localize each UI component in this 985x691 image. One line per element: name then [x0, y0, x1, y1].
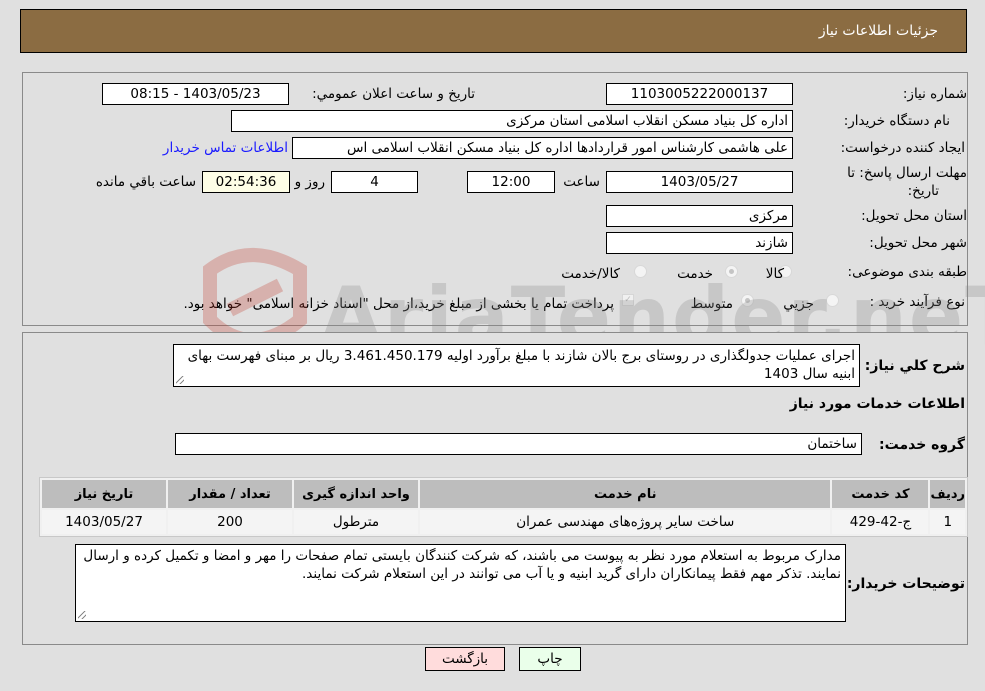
- treasury-payment-note: پرداخت تمام یا بخشی از مبلغ خرید،از محل …: [183, 296, 614, 312]
- buyer-notes-textarea[interactable]: مدارک مربوط به استعلام مورد نظر به پیوست…: [75, 544, 846, 622]
- buyer-notes-label: توضيحات خريدار:: [846, 576, 965, 592]
- buyer-org-label: نام دستگاه خریدار:: [843, 113, 950, 129]
- process-label: نوع فرآیند خرید :: [869, 294, 965, 310]
- category-radio-goods-service[interactable]: [634, 265, 647, 278]
- print-button[interactable]: چاپ: [519, 647, 581, 671]
- requester-field[interactable]: علی هاشمی کارشناس امور قراردادها اداره ک…: [292, 137, 793, 159]
- treasury-payment-checkbox[interactable]: ✓: [622, 294, 634, 306]
- announce-datetime-field[interactable]: 1403/05/23 - 08:15: [102, 83, 289, 105]
- deadline-time-field[interactable]: 12:00: [467, 171, 555, 193]
- col-header-row-number: ردیف: [930, 480, 965, 508]
- need-number-label: شماره نیاز:: [902, 86, 967, 102]
- resize-grip-icon[interactable]: [176, 376, 184, 384]
- service-group-label: گروه خدمت:: [879, 437, 965, 453]
- cell-need-date: 1403/05/27: [42, 510, 166, 534]
- category-option-service: خدمت: [677, 266, 713, 282]
- page-title: جزئیات اطلاعات نیاز: [818, 23, 938, 39]
- page-header: جزئیات اطلاعات نیاز: [20, 9, 967, 53]
- deadline-date-field[interactable]: 1403/05/27: [606, 171, 793, 193]
- days-remaining-field[interactable]: 4: [331, 171, 418, 193]
- col-header-service-code: کد خدمت: [832, 480, 929, 508]
- table-header-row: ردیف کد خدمت نام خدمت واحد اندازه گیری ت…: [42, 480, 965, 508]
- cell-row-number: 1: [930, 510, 965, 534]
- table-row: 1 ج-42-429 ساخت سایر پروژه‌های مهندسی عم…: [42, 510, 965, 534]
- province-label: استان محل تحویل:: [861, 208, 967, 224]
- services-table: ردیف کد خدمت نام خدمت واحد اندازه گیری ت…: [39, 477, 968, 537]
- description-text: اجرای عملیات جدولگذاری در روستای برج بال…: [187, 348, 855, 382]
- col-header-unit: واحد اندازه گیری: [294, 480, 418, 508]
- province-field[interactable]: مرکزی: [606, 205, 793, 227]
- process-radio-minor[interactable]: [826, 294, 839, 307]
- col-header-service-name: نام خدمت: [420, 480, 831, 508]
- time-remaining-field: 02:54:36: [202, 171, 290, 193]
- process-option-medium: متوسط: [690, 296, 733, 312]
- process-radio-medium[interactable]: [741, 294, 754, 307]
- description-textarea[interactable]: اجرای عملیات جدولگذاری در روستای برج بال…: [173, 344, 860, 387]
- buyer-notes-text: مدارک مربوط به استعلام مورد نظر به پیوست…: [83, 548, 841, 582]
- cell-quantity: 200: [168, 510, 292, 534]
- category-label: طبقه بندی موضوعی:: [847, 264, 967, 280]
- services-section-title: اطلاعات خدمات مورد نياز: [789, 396, 965, 412]
- days-label: روز و: [294, 174, 325, 190]
- cell-service-name: ساخت سایر پروژه‌های مهندسی عمران: [420, 510, 831, 534]
- requester-label: ایجاد کننده درخواست:: [840, 140, 965, 156]
- process-option-minor: جزيي: [783, 296, 814, 312]
- deadline-label-line2: تاریخ:: [907, 183, 939, 199]
- announce-datetime-label: تاریخ و ساعت اعلان عمومي:: [312, 86, 475, 102]
- back-button[interactable]: بازگشت: [425, 647, 505, 671]
- deadline-label-line1: مهلت ارسال پاسخ: تا: [847, 165, 967, 181]
- buyer-org-field[interactable]: اداره کل بنیاد مسکن انقلاب اسلامی استان …: [231, 110, 793, 132]
- resize-grip-icon[interactable]: [78, 611, 86, 619]
- need-number-field[interactable]: 1103005222000137: [606, 83, 793, 105]
- category-option-goods-service: کالا/خدمت: [561, 266, 620, 282]
- buyer-contact-link[interactable]: اطلاعات تماس خریدار: [163, 140, 288, 156]
- description-label: شرح كلي نياز:: [864, 358, 965, 374]
- category-option-goods: کالا: [765, 266, 784, 282]
- col-header-quantity: تعداد / مقدار: [168, 480, 292, 508]
- service-group-field[interactable]: ساختمان: [175, 433, 862, 455]
- city-label: شهر محل تحویل:: [869, 235, 967, 251]
- category-radio-service[interactable]: [725, 265, 738, 278]
- city-field[interactable]: شازند: [606, 232, 793, 254]
- cell-unit: مترطول: [294, 510, 418, 534]
- col-header-need-date: تاریخ نیاز: [42, 480, 166, 508]
- time-remaining-label: ساعت باقي مانده: [95, 174, 196, 190]
- cell-service-code: ج-42-429: [832, 510, 929, 534]
- deadline-time-label: ساعت: [563, 174, 600, 190]
